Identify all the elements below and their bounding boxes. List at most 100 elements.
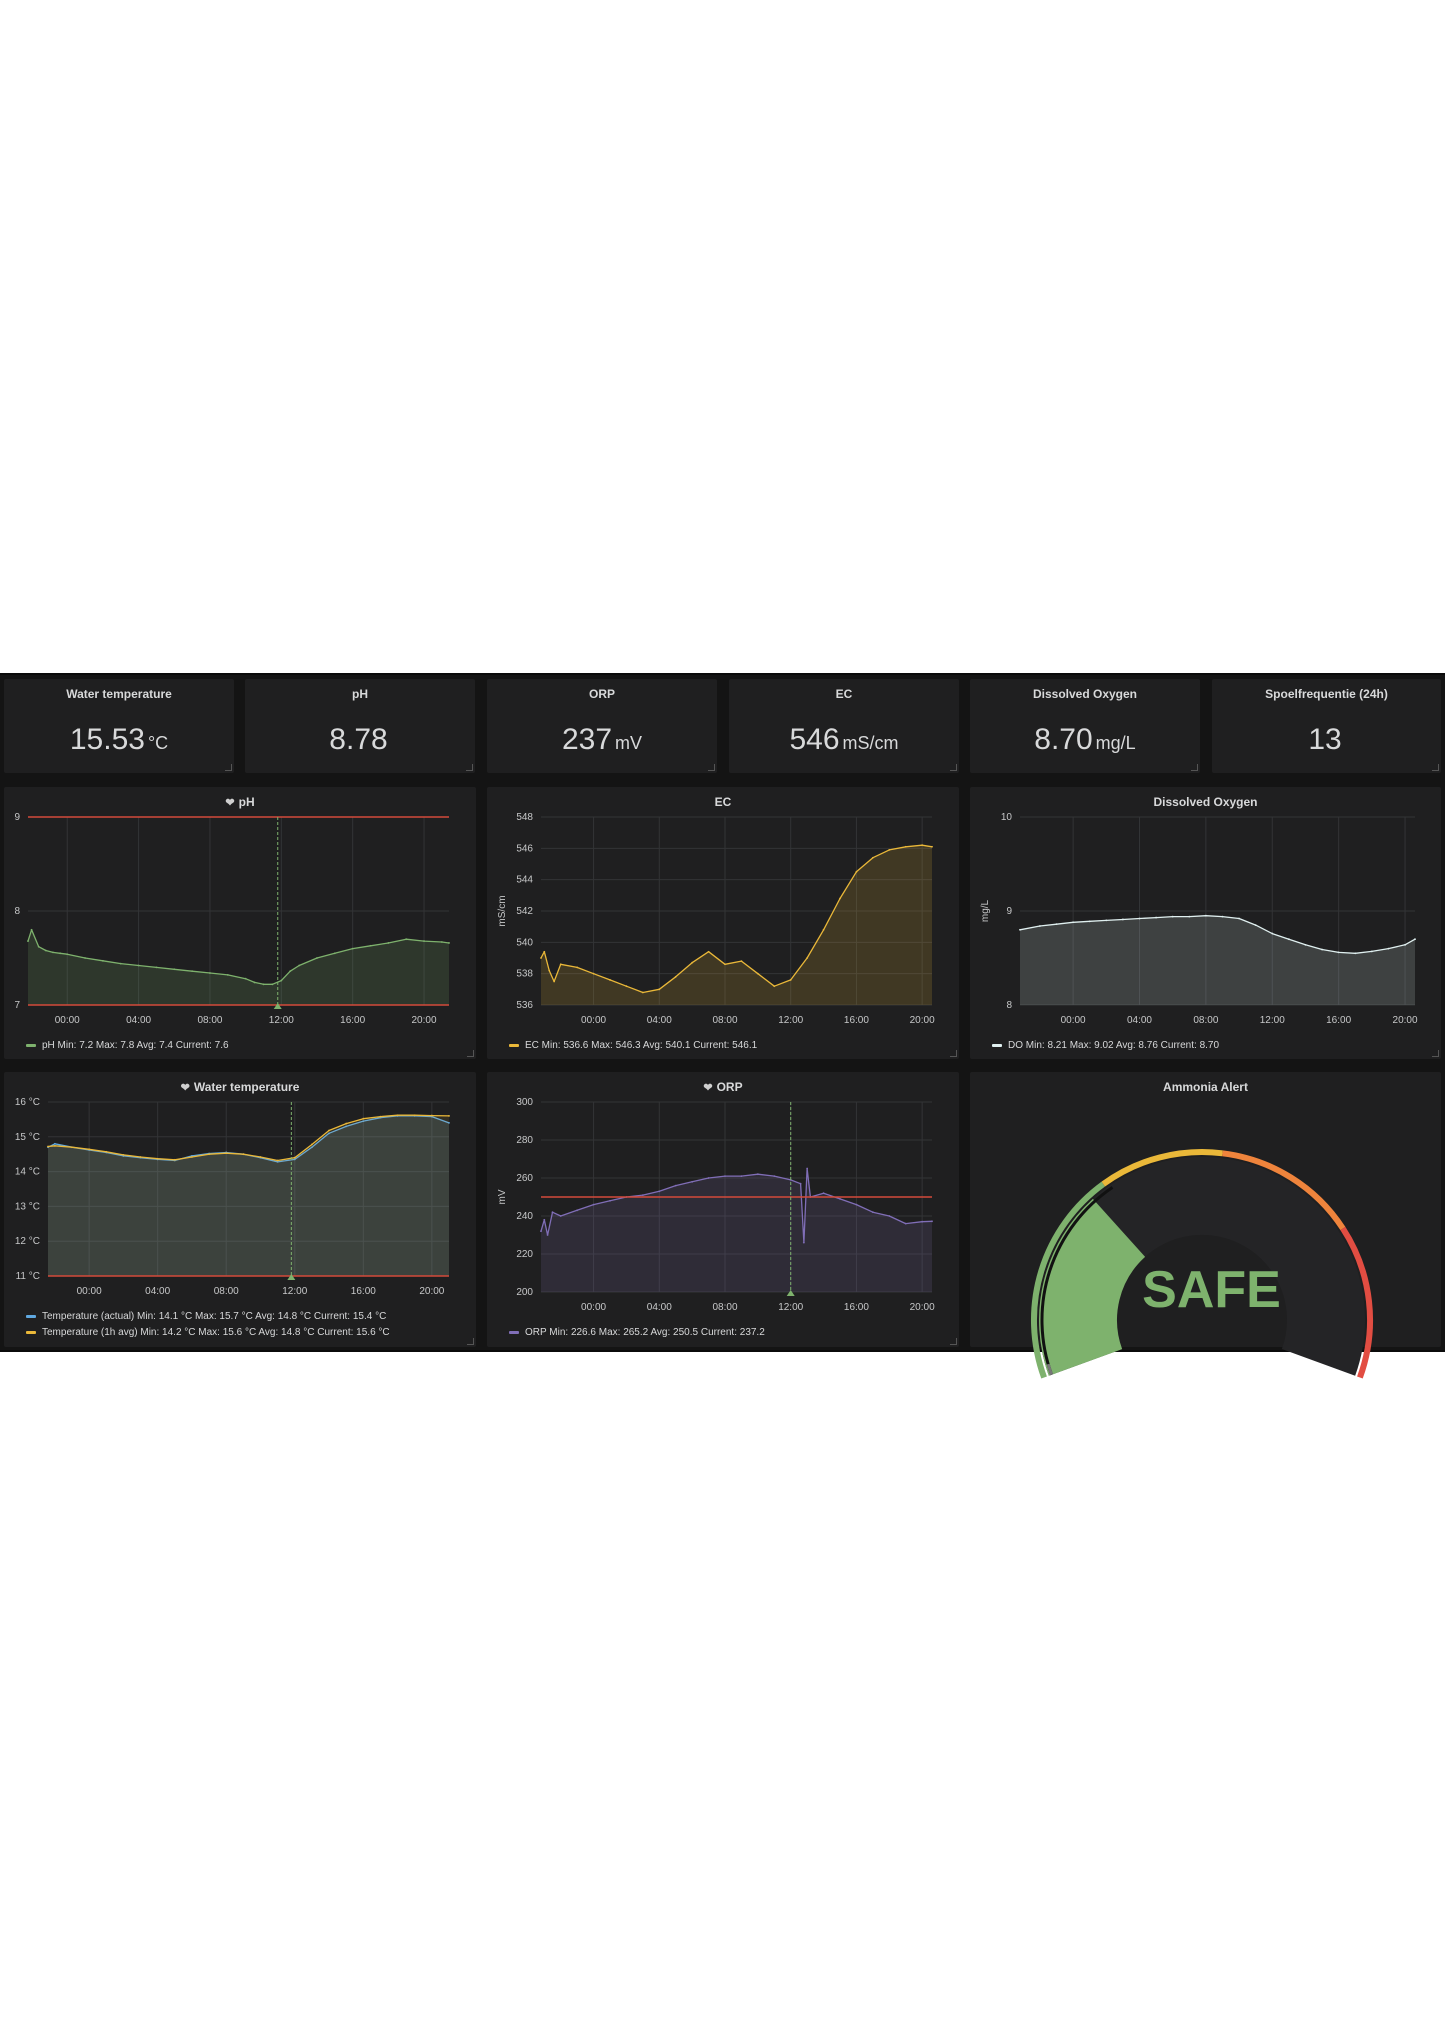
data-point — [1304, 943, 1307, 946]
data-point — [540, 1230, 542, 1233]
ph-chart[interactable]: 00:00 04:00 08:00 12:00 16:00 20:00 7 8 9 — [4, 787, 476, 1059]
data-point — [253, 981, 256, 984]
data-point — [1354, 952, 1357, 955]
data-point — [1287, 938, 1290, 941]
data-point — [173, 968, 176, 971]
gauge-panel-ammonia-alert[interactable]: Ammonia Alert SAFE — [970, 1072, 1441, 1379]
data-point — [559, 963, 562, 966]
data-point — [448, 942, 450, 944]
resize-handle[interactable] — [467, 1050, 474, 1057]
data-point — [641, 1194, 644, 1196]
stat-panel-water-temperature[interactable]: Water temperature 15.53 °C — [4, 679, 234, 773]
resize-handle[interactable] — [1191, 764, 1198, 771]
stat-panel-ec[interactable]: EC 546 mS/cm — [729, 679, 959, 773]
x-tick-label: 20:00 — [1393, 1015, 1418, 1026]
y-tick-label: 540 — [516, 937, 533, 948]
data-point — [30, 928, 33, 931]
data-point — [105, 1150, 108, 1153]
resize-handle[interactable] — [950, 764, 957, 771]
data-point — [155, 966, 158, 969]
x-tick-label: 00:00 — [77, 1286, 102, 1297]
data-point — [379, 1115, 382, 1118]
data-point — [369, 944, 372, 947]
legend-swatch — [992, 1043, 1002, 1047]
legend-item[interactable]: DO Min: 8.21 Max: 9.02 Avg: 8.76 Current… — [992, 1040, 1219, 1051]
data-point — [592, 972, 595, 975]
resize-handle[interactable] — [950, 1338, 957, 1345]
data-point — [122, 1153, 125, 1156]
data-point — [271, 983, 274, 986]
data-point — [328, 1129, 330, 1132]
stat-panel-spoelfrequentie[interactable]: Spoelfrequentie (24h) 13 — [1212, 679, 1441, 773]
data-point — [756, 1173, 759, 1176]
data-point — [799, 1182, 802, 1185]
data-point — [1019, 928, 1021, 931]
data-point — [280, 979, 283, 982]
series-area — [541, 845, 932, 1005]
data-point — [553, 980, 556, 983]
legend-item[interactable]: ORP Min: 226.6 Max: 265.2 Avg: 250.5 Cur… — [509, 1327, 765, 1338]
legend-item[interactable]: pH Min: 7.2 Max: 7.8 Avg: 7.4 Current: 7… — [26, 1040, 229, 1051]
y-tick-label: 260 — [516, 1173, 533, 1184]
data-point — [440, 941, 443, 943]
resize-handle[interactable] — [225, 764, 232, 771]
stat-title: Spoelfrequentie (24h) — [1265, 687, 1388, 701]
stat-panel-orp[interactable]: ORP 237 mV — [487, 679, 717, 773]
graph-panel-orp[interactable]: ❤ ORP 00:00 04:00 08:00 12:00 16:00 20:00 200 22… — [487, 1072, 959, 1347]
y-tick-label: 280 — [516, 1135, 533, 1146]
orp-chart[interactable]: 00:00 04:00 08:00 12:00 16:00 20:00 200 220 240 2… — [487, 1072, 959, 1347]
resize-handle[interactable] — [950, 1050, 957, 1057]
data-point — [740, 960, 743, 963]
data-point — [931, 845, 933, 848]
data-point — [208, 1153, 210, 1156]
data-point — [822, 928, 825, 931]
data-point — [423, 940, 425, 942]
data-point — [242, 1153, 245, 1156]
data-point — [806, 957, 809, 959]
data-point — [262, 983, 265, 986]
resize-handle[interactable] — [1432, 764, 1439, 771]
resize-handle[interactable] — [467, 1338, 474, 1345]
legend-swatch — [509, 1043, 519, 1047]
resize-handle[interactable] — [708, 764, 715, 771]
x-tick-label: 12:00 — [282, 1286, 307, 1297]
data-point — [44, 949, 47, 952]
data-point — [66, 953, 69, 956]
y-axis-label: mV — [497, 1189, 508, 1204]
x-tick-label: 12:00 — [778, 1015, 803, 1026]
stat-panel-ph[interactable]: pH 8.78 — [245, 679, 475, 773]
graph-panel-ph[interactable]: ❤ pH 00:00 04:00 08:00 12:00 16:00 20:00 7 8 9 pH… — [4, 787, 476, 1059]
stat-panel-dissolved-oxygen[interactable]: Dissolved Oxygen 8.70 mg/L — [970, 679, 1200, 773]
data-point — [119, 962, 122, 965]
data-point — [1039, 925, 1041, 927]
y-tick-label: 9 — [1006, 906, 1012, 917]
data-point — [1204, 914, 1207, 917]
legend-item[interactable]: EC Min: 536.6 Max: 546.3 Avg: 540.1 Curr… — [509, 1040, 757, 1051]
legend-item[interactable]: Temperature (actual) Min: 14.1 °C Max: 1… — [26, 1311, 386, 1322]
graph-panel-water-temperature[interactable]: ❤ Water temperature 00:00 04:00 08:00 12:00 1… — [4, 1072, 476, 1347]
ec-chart[interactable]: 00:00 04:00 08:00 12:00 16:00 20:00 536 538 540 5… — [487, 787, 959, 1059]
resize-handle[interactable] — [1432, 1050, 1439, 1057]
legend-item[interactable]: Temperature (1h avg) Min: 14.2 °C Max: 1… — [26, 1327, 390, 1338]
x-tick-label: 16:00 — [340, 1015, 365, 1026]
data-point — [137, 964, 140, 967]
y-tick-label: 12 °C — [15, 1236, 40, 1247]
data-point — [362, 1117, 365, 1120]
data-point — [904, 1222, 907, 1225]
data-point — [724, 963, 726, 966]
data-point — [658, 988, 661, 991]
temp-chart[interactable]: 00:00 04:00 08:00 12:00 16:00 20:00 11 °C 12 °C… — [4, 1072, 476, 1347]
y-tick-label: 200 — [516, 1287, 533, 1298]
x-tick-label: 16:00 — [844, 1015, 869, 1026]
do-chart[interactable]: 00:00 04:00 08:00 12:00 16:00 20:00 8 9 10 mg/L — [970, 787, 1441, 1059]
data-point — [225, 1152, 228, 1155]
x-tick-label: 12:00 — [778, 1302, 803, 1313]
graph-panel-dissolved-oxygen[interactable]: Dissolved Oxygen 00:00 04:00 08:00 12:00 16:… — [970, 787, 1441, 1059]
data-point — [707, 1177, 710, 1179]
y-tick-label: 10 — [1001, 812, 1013, 823]
y-tick-label: 536 — [516, 1000, 533, 1011]
graph-panel-ec[interactable]: EC 00:00 04:00 08:00 12:00 16:00 20:00 536 538 5… — [487, 787, 959, 1059]
data-point — [806, 1167, 809, 1170]
stat-value: 237 mV — [561, 723, 643, 756]
resize-handle[interactable] — [466, 764, 473, 771]
